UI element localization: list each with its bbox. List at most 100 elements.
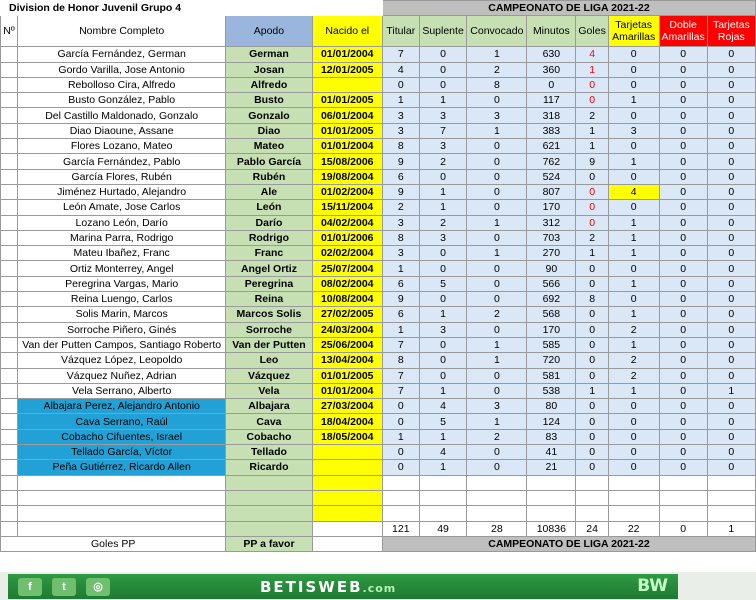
player-suplente-cell[interactable]: 1 bbox=[418, 92, 468, 109]
player-apodo-cell[interactable]: Albajara bbox=[225, 398, 313, 415]
player-apodo-cell[interactable]: Cava bbox=[225, 413, 313, 430]
player-nacido-cell[interactable]: 19/08/2004 bbox=[311, 168, 383, 185]
player-amarillas-cell[interactable]: 0 bbox=[607, 61, 660, 78]
row-num-cell[interactable] bbox=[0, 245, 18, 262]
player-goles-cell[interactable]: 0 bbox=[575, 367, 609, 384]
empty-cell[interactable] bbox=[526, 505, 577, 522]
player-amarillas-cell[interactable]: 0 bbox=[607, 107, 660, 124]
empty-cell[interactable] bbox=[418, 505, 468, 522]
totals-empty-cell[interactable] bbox=[0, 520, 18, 537]
player-rojas-cell[interactable]: 0 bbox=[706, 107, 756, 124]
player-nacido-cell[interactable] bbox=[311, 444, 383, 461]
table-row[interactable]: García Fernández, German German 01/01/2004… bbox=[0, 46, 756, 63]
player-rojas-cell[interactable]: 0 bbox=[706, 199, 756, 216]
empty-cell[interactable] bbox=[311, 474, 383, 491]
player-rojas-cell[interactable]: 0 bbox=[706, 306, 756, 323]
player-goles-cell[interactable]: 0 bbox=[575, 459, 609, 476]
player-nacido-cell[interactable]: 27/02/2005 bbox=[311, 306, 383, 323]
player-doble-cell[interactable]: 0 bbox=[658, 336, 708, 354]
player-minutos-cell[interactable]: 312 bbox=[526, 214, 577, 231]
player-goles-cell[interactable]: 0 bbox=[575, 168, 609, 185]
player-rojas-cell[interactable]: 1 bbox=[706, 382, 756, 400]
empty-cell[interactable] bbox=[225, 505, 313, 522]
table-row[interactable]: García Flores, Rubén Rubén 19/08/2004 6 0 0 52… bbox=[0, 168, 756, 185]
player-rojas-cell[interactable]: 0 bbox=[706, 367, 756, 384]
row-num-cell[interactable] bbox=[0, 92, 18, 109]
player-rojas-cell[interactable]: 0 bbox=[706, 229, 756, 247]
player-suplente-cell[interactable]: 2 bbox=[418, 153, 468, 170]
player-minutos-cell[interactable]: 568 bbox=[526, 306, 577, 323]
player-apodo-cell[interactable]: Rubén bbox=[225, 168, 313, 185]
player-goles-cell[interactable]: 8 bbox=[575, 291, 609, 308]
player-suplente-cell[interactable]: 3 bbox=[418, 229, 468, 247]
player-apodo-cell[interactable]: Cobacho bbox=[225, 428, 313, 446]
empty-cell[interactable] bbox=[607, 474, 660, 491]
player-convocado-cell[interactable]: 0 bbox=[466, 459, 528, 476]
player-doble-cell[interactable]: 0 bbox=[658, 291, 708, 308]
table-row[interactable]: Van der Putten Campos, Santiago Roberto V… bbox=[0, 336, 756, 354]
player-convocado-cell[interactable]: 1 bbox=[466, 122, 528, 140]
player-apodo-cell[interactable]: León bbox=[225, 199, 313, 216]
empty-cell[interactable] bbox=[575, 505, 609, 522]
player-nacido-cell[interactable]: 18/04/2004 bbox=[311, 413, 383, 430]
table-row[interactable]: Flores Lozano, Mateo Mateo 01/01/2004 8 3 0 62… bbox=[0, 138, 756, 155]
total-amarillas-cell[interactable]: 22 bbox=[607, 520, 660, 537]
player-doble-cell[interactable]: 0 bbox=[658, 61, 708, 78]
player-name-cell[interactable]: García Fernández, Pablo bbox=[16, 153, 227, 170]
player-convocado-cell[interactable]: 0 bbox=[466, 382, 528, 400]
player-amarillas-cell[interactable]: 1 bbox=[607, 153, 660, 170]
player-name-cell[interactable]: Del Castillo Maldonado, Gonzalo bbox=[16, 107, 227, 124]
player-goles-cell[interactable]: 0 bbox=[575, 76, 609, 94]
player-goles-cell[interactable]: 0 bbox=[575, 321, 609, 338]
player-titular-cell[interactable]: 3 bbox=[381, 214, 420, 231]
player-nacido-cell[interactable]: 10/08/2004 bbox=[311, 291, 383, 308]
player-doble-cell[interactable]: 0 bbox=[658, 76, 708, 94]
player-name-cell[interactable]: Mateu Ibañez, Franc bbox=[16, 245, 227, 262]
table-row[interactable]: Cobacho Cifuentes, Israel Cobacho 18/05/20… bbox=[0, 428, 756, 446]
player-goles-cell[interactable]: 0 bbox=[575, 92, 609, 109]
player-titular-cell[interactable]: 6 bbox=[381, 275, 420, 293]
total-suplente-cell[interactable]: 49 bbox=[418, 520, 468, 537]
player-apodo-cell[interactable]: Franc bbox=[225, 245, 313, 262]
player-goles-cell[interactable]: 1 bbox=[575, 122, 609, 140]
player-rojas-cell[interactable]: 0 bbox=[706, 183, 756, 201]
player-suplente-cell[interactable]: 3 bbox=[418, 107, 468, 124]
player-name-cell[interactable]: Flores Lozano, Mateo bbox=[16, 138, 227, 155]
header-minutos[interactable]: Minutos bbox=[526, 15, 577, 48]
table-row[interactable]: Jiménez Hurtado, Alejandro Ale 01/02/2004 9… bbox=[0, 183, 756, 201]
player-titular-cell[interactable]: 1 bbox=[381, 92, 420, 109]
empty-cell[interactable] bbox=[0, 505, 18, 522]
player-doble-cell[interactable]: 0 bbox=[658, 260, 708, 277]
player-name-cell[interactable]: Peña Gutiérrez, Ricardo Allen bbox=[16, 459, 227, 476]
player-minutos-cell[interactable]: 692 bbox=[526, 291, 577, 308]
player-suplente-cell[interactable]: 0 bbox=[418, 336, 468, 354]
player-doble-cell[interactable]: 0 bbox=[658, 153, 708, 170]
player-name-cell[interactable]: Tellado García, Víctor bbox=[16, 444, 227, 461]
player-apodo-cell[interactable]: German bbox=[225, 46, 313, 63]
player-name-cell[interactable]: Vela Serrano, Alberto bbox=[16, 382, 227, 400]
twitter-icon[interactable]: t bbox=[52, 577, 76, 596]
player-minutos-cell[interactable]: 90 bbox=[526, 260, 577, 277]
player-apodo-cell[interactable]: Pablo García bbox=[225, 153, 313, 170]
empty-cell[interactable] bbox=[0, 489, 18, 507]
player-apodo-cell[interactable]: Darío bbox=[225, 214, 313, 231]
table-row[interactable]: Marina Parra, Rodrigo Rodrigo 01/01/2006 8 3… bbox=[0, 229, 756, 247]
player-goles-cell[interactable]: 0 bbox=[575, 183, 609, 201]
player-nacido-cell[interactable]: 01/01/2005 bbox=[311, 92, 383, 109]
header-rojas[interactable]: Tarjetas Rojas bbox=[706, 15, 756, 48]
player-convocado-cell[interactable]: 0 bbox=[466, 183, 528, 201]
empty-cell[interactable] bbox=[16, 489, 227, 507]
player-nacido-cell[interactable]: 25/06/2004 bbox=[311, 336, 383, 354]
player-apodo-cell[interactable]: Alfredo bbox=[225, 76, 313, 94]
player-suplente-cell[interactable]: 0 bbox=[418, 260, 468, 277]
player-apodo-cell[interactable]: Busto bbox=[225, 92, 313, 109]
player-apodo-cell[interactable]: Peregrina bbox=[225, 275, 313, 293]
table-row[interactable]: Peregrina Vargas, Mario Peregrina 08/02/20… bbox=[0, 275, 756, 293]
row-num-cell[interactable] bbox=[0, 199, 18, 216]
player-minutos-cell[interactable]: 270 bbox=[526, 245, 577, 262]
empty-cell[interactable] bbox=[466, 474, 528, 491]
row-num-cell[interactable] bbox=[0, 122, 18, 140]
player-goles-cell[interactable]: 0 bbox=[575, 428, 609, 446]
player-doble-cell[interactable]: 0 bbox=[658, 275, 708, 293]
player-minutos-cell[interactable]: 41 bbox=[526, 444, 577, 461]
